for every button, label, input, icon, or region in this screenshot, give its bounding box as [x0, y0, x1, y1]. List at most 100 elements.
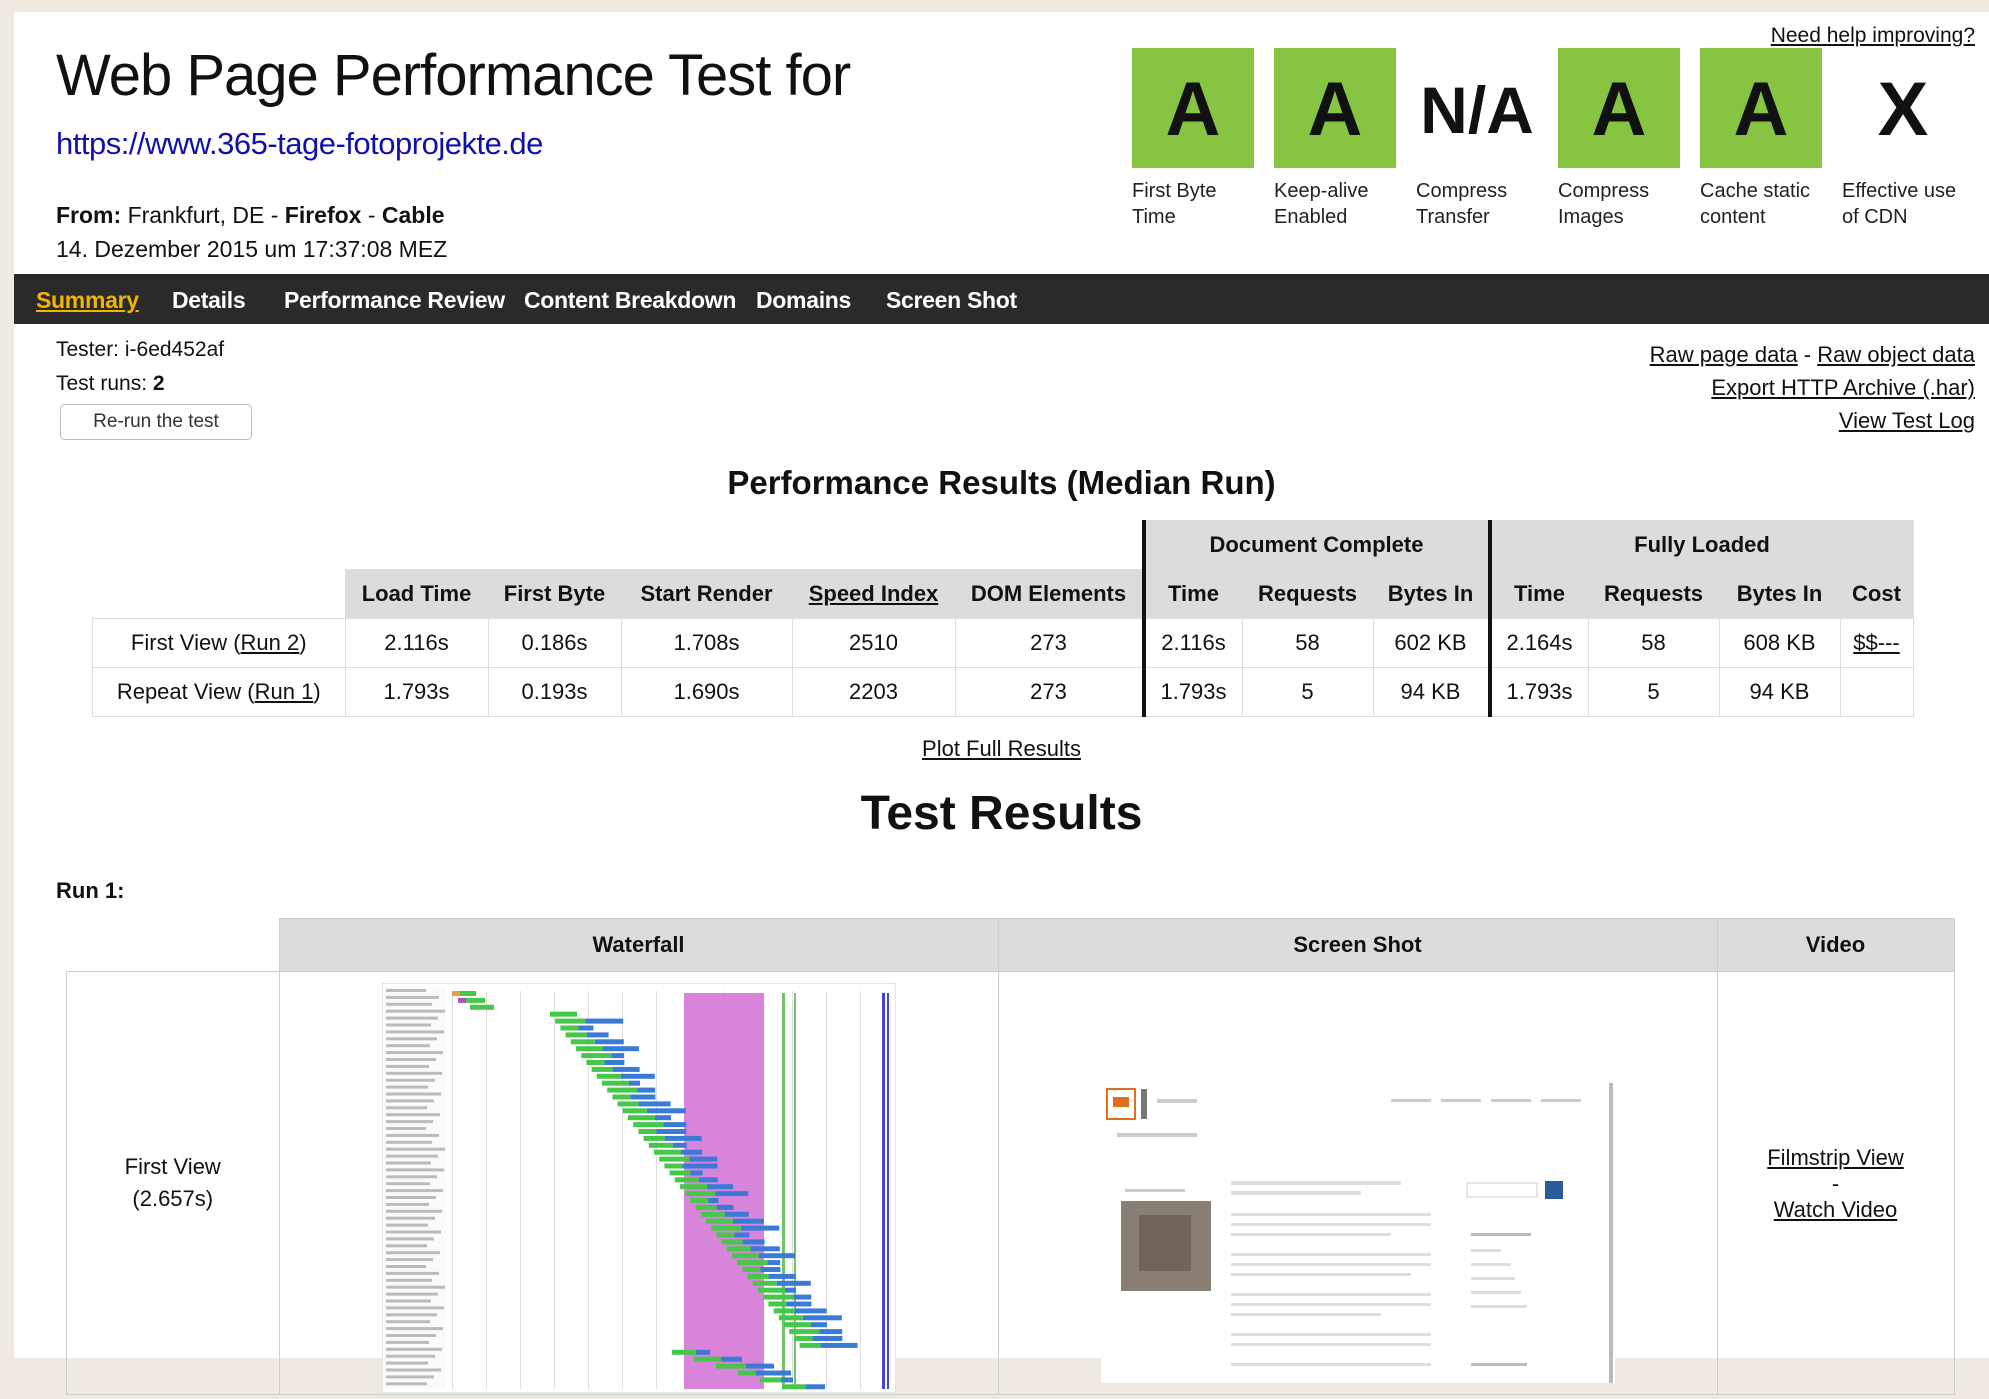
grade-first-byte[interactable]: A First Byte Time	[1132, 48, 1254, 230]
waterfall-bar-segment	[617, 1101, 639, 1107]
waterfall-render-band	[683, 993, 764, 1389]
cost-link[interactable]: $$---	[1839, 618, 1914, 668]
waterfall-bar-segment	[638, 1101, 671, 1107]
filmstrip-view-link[interactable]: Filmstrip View	[1767, 1145, 1904, 1170]
waterfall-bar-segment	[810, 1322, 827, 1328]
waterfall-url-row	[385, 1292, 438, 1296]
test-runs: Test runs: 2	[56, 372, 165, 396]
table-cell: 2.116s	[1141, 618, 1243, 668]
col-header: Time	[1141, 569, 1243, 619]
tab-performance-review[interactable]: Performance Review	[284, 274, 505, 326]
waterfall-bar-segment	[457, 991, 476, 996]
waterfall-bar-segment	[736, 1260, 767, 1266]
page: Web Page Performance Test for https://ww…	[14, 12, 1989, 1395]
waterfall-bar-segment	[684, 1191, 715, 1197]
waterfall-url-row	[385, 1189, 443, 1193]
waterfall-url-row	[385, 1361, 428, 1365]
waterfall-bar-segment	[620, 1073, 655, 1079]
waterfall-bar-segment	[602, 1046, 639, 1052]
grade-value: A	[1700, 48, 1822, 168]
grade-cdn[interactable]: X Effective use of CDN	[1842, 48, 1964, 230]
test-location: From: Frankfurt, DE - Firefox - Cable	[56, 202, 445, 229]
tab-details[interactable]: Details	[172, 274, 246, 326]
table-header-row: Load Time First Byte Start Render Speed …	[93, 569, 1914, 619]
help-link[interactable]: Need help improving?	[1771, 24, 1975, 48]
table-cell: 1.793s	[1141, 667, 1243, 717]
row-label: First View (Run 2)	[92, 618, 346, 668]
grade-label: Effective use of CDN	[1842, 180, 1957, 228]
waterfall-bar-segment	[654, 1115, 671, 1121]
waterfall-bar-segment	[672, 1142, 687, 1148]
rerun-button[interactable]: Re-run the test	[60, 404, 252, 440]
waterfall-url-row	[385, 1278, 432, 1282]
col-header-speed-index[interactable]: Speed Index	[791, 569, 956, 619]
tab-content-breakdown[interactable]: Content Breakdown	[524, 274, 736, 326]
waterfall-url-row	[385, 1347, 442, 1351]
col-header: Time	[1487, 569, 1589, 619]
col-header: Start Render	[620, 569, 793, 619]
waterfall-gridline	[519, 991, 521, 1389]
from-connection: Cable	[381, 202, 445, 228]
col-header: Cost	[1839, 569, 1914, 619]
waterfall-bar-segment	[745, 1363, 774, 1369]
table-row: Repeat View (Run 1) 1.793s 0.193s 1.690s…	[92, 667, 1914, 717]
waterfall-url-row	[385, 1244, 427, 1248]
waterfall-bar-segment	[469, 1004, 494, 1010]
waterfall-url-row	[385, 1237, 434, 1241]
screenshot-thumbnail[interactable]	[1100, 1083, 1615, 1383]
waterfall-url-row	[385, 1147, 445, 1151]
waterfall-url-row	[385, 1106, 427, 1110]
waterfall-url-row	[385, 1175, 437, 1179]
performance-title: Performance Results (Median Run)	[727, 464, 1276, 501]
waterfall-bar-segment	[750, 1246, 780, 1252]
tab-summary[interactable]: Summary	[36, 274, 139, 326]
run-2-link[interactable]: Run 2	[241, 630, 300, 655]
test-results-title: Test Results	[860, 787, 1143, 840]
waterfall-bar-segment	[757, 1287, 785, 1293]
video-cell: Filmstrip View - Watch Video	[1716, 971, 1955, 1395]
table-cell: 2.116s	[344, 618, 489, 668]
waterfall-url-row	[385, 1009, 445, 1013]
table-cell: 1.708s	[620, 618, 793, 668]
grade-compress-images[interactable]: A Compress Images	[1558, 48, 1680, 230]
export-har-link[interactable]: Export HTTP Archive (.har)	[1711, 375, 1975, 400]
raw-object-data-link[interactable]: Raw object data	[1817, 342, 1975, 367]
waterfall-thumbnail[interactable]	[381, 982, 896, 1394]
waterfall-bar-segment	[663, 1163, 682, 1169]
tab-screen-shot[interactable]: Screen Shot	[886, 274, 1017, 326]
waterfall-url-row	[385, 1154, 438, 1158]
table-cell: 58	[1241, 618, 1374, 668]
col-screen-shot: Screen Shot	[997, 918, 1718, 972]
table-cell: 273	[954, 667, 1144, 717]
view-test-log-link[interactable]: View Test Log	[1839, 408, 1975, 433]
waterfall-url-row	[385, 1092, 441, 1096]
waterfall-bar-segment	[759, 1267, 780, 1272]
performance-table: Document Complete Fully Loaded Load Time…	[92, 520, 1914, 717]
waterfall-url-row	[385, 1044, 430, 1048]
waterfall-bar-segment	[693, 1356, 721, 1362]
grade-value: A	[1132, 48, 1254, 168]
waterfall-bar-segment	[629, 1094, 655, 1100]
grade-cache-static[interactable]: A Cache static content	[1700, 48, 1822, 230]
table-cell: 2.164s	[1487, 618, 1589, 668]
tab-domains[interactable]: Domains	[756, 274, 851, 326]
grade-value: X	[1877, 67, 1929, 152]
waterfall-url-row	[385, 1002, 432, 1006]
grade-keep-alive[interactable]: A Keep-alive Enabled	[1274, 48, 1396, 230]
waterfall-gridline	[451, 991, 453, 1389]
waterfall-bar-segment	[731, 1253, 759, 1259]
plot-full-results-link[interactable]: Plot Full Results	[922, 736, 1081, 761]
waterfall-bar-segment	[655, 1129, 686, 1134]
waterfall-bar-segment	[714, 1191, 748, 1197]
grade-label: Compress Images	[1558, 180, 1650, 228]
tester-id: Tester: i-6ed452af	[56, 338, 225, 361]
col-waterfall: Waterfall	[278, 918, 999, 972]
waterfall-bar-segment	[720, 1356, 742, 1362]
group-fully-loaded: Fully Loaded	[1487, 520, 1914, 570]
waterfall-gridline	[655, 991, 657, 1389]
col-header: Load Time	[344, 569, 489, 619]
grade-compress-transfer[interactable]: N/A Compress Transfer	[1416, 48, 1538, 230]
watch-video-link[interactable]: Watch Video	[1774, 1197, 1898, 1222]
raw-page-data-link[interactable]: Raw page data	[1650, 342, 1798, 367]
run-1-link[interactable]: Run 1	[255, 679, 314, 704]
